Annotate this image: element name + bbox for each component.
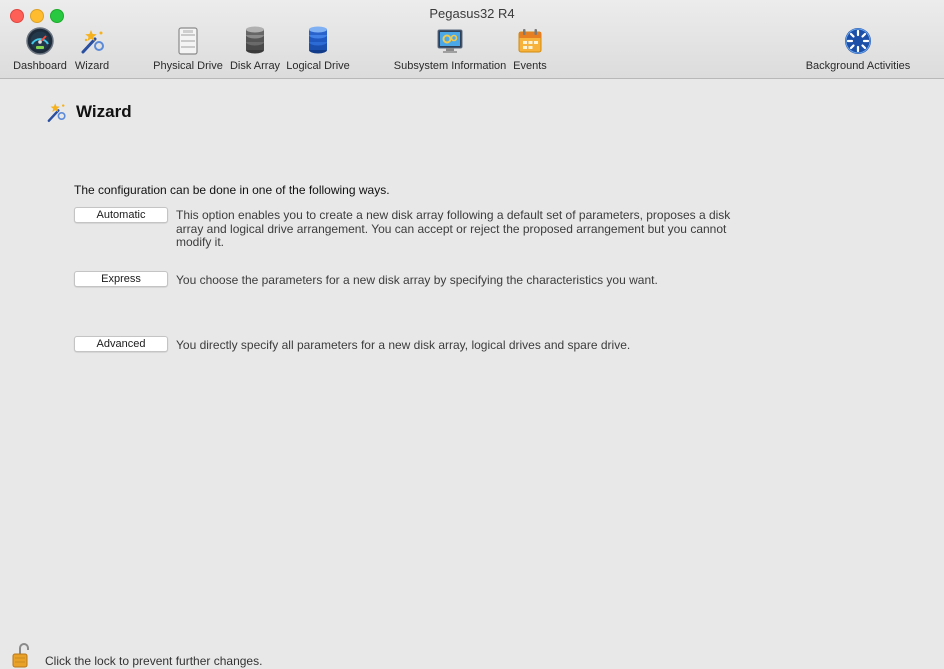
express-description: You choose the parameters for a new disk… [176, 273, 658, 287]
toolbar-physical-drive-button[interactable]: Physical Drive [152, 24, 224, 76]
wizard-wand-icon [81, 30, 104, 54]
toolbar-events-label: Events [513, 60, 547, 72]
calendar-icon [518, 29, 542, 53]
toolbar-background-activities-button[interactable]: Background Activities [802, 24, 914, 76]
toolbar-disk-array-label: Disk Array [229, 60, 281, 72]
spinner-globe-icon [845, 28, 871, 54]
advanced-button[interactable]: Advanced [74, 336, 168, 352]
title-bar: Pegasus32 R4 Dashboard Wizard Physical D… [0, 0, 944, 79]
wizard-wand-icon [47, 103, 66, 122]
express-button[interactable]: Express [74, 271, 168, 287]
app-window: Pegasus32 R4 Dashboard Wizard Physical D… [0, 0, 944, 669]
automatic-button[interactable]: Automatic [74, 207, 168, 223]
disk-array-icon [246, 26, 264, 54]
intro-text: The configuration can be done in one of … [74, 183, 390, 197]
lock-icon[interactable] [11, 641, 33, 669]
toolbar-wizard-label: Wizard [74, 60, 110, 72]
advanced-description: You directly specify all parameters for … [176, 338, 631, 352]
toolbar-logical-drive-button[interactable]: Logical Drive [285, 24, 351, 76]
page-title: Wizard [76, 102, 132, 121]
main-content [0, 79, 944, 639]
page-header: Wizard [44, 100, 132, 124]
toolbar-subsystem-information-button[interactable]: Subsystem Information [394, 24, 506, 76]
speedometer-icon [26, 27, 54, 55]
toolbar-dashboard-label: Dashboard [13, 60, 67, 72]
subsystem-monitor-icon [437, 29, 463, 53]
lock-status-text: Click the lock to prevent further change… [45, 654, 263, 668]
toolbar-background-activities-label: Background Activities [805, 60, 911, 72]
automatic-description: This option enables you to create a new … [176, 208, 731, 249]
toolbar-physical-drive-label: Physical Drive [153, 60, 223, 72]
logical-drive-icon [309, 26, 327, 54]
toolbar-events-button[interactable]: Events [512, 24, 548, 76]
toolbar-logical-drive-label: Logical Drive [286, 60, 350, 72]
toolbar-wizard-button[interactable]: Wizard [74, 24, 110, 76]
toolbar-dashboard-button[interactable]: Dashboard [10, 24, 70, 76]
toolbar-disk-array-button[interactable]: Disk Array [228, 24, 282, 76]
physical-drive-icon [178, 27, 198, 55]
window-title: Pegasus32 R4 [429, 6, 515, 21]
toolbar-subsystem-information-label: Subsystem Information [393, 60, 507, 72]
